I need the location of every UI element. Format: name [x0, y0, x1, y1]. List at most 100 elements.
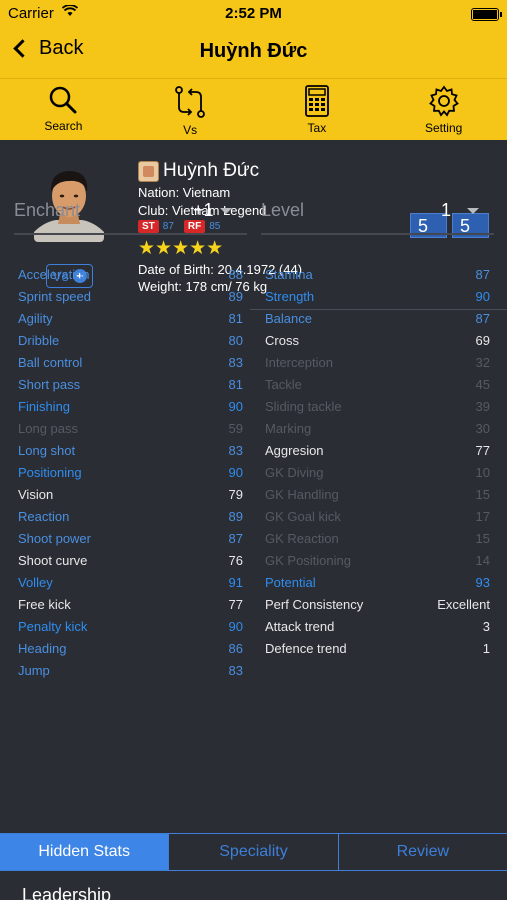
- stat-value: 32: [475, 355, 490, 370]
- tax-label: Tax: [307, 121, 327, 135]
- stat-row: Ball control 83: [18, 352, 243, 374]
- stat-row: Perf Consistency Excellent: [265, 594, 490, 616]
- stat-name: Free kick: [18, 597, 71, 612]
- stat-value: 30: [475, 421, 490, 436]
- status-bar: Carrier 2:52 PM: [0, 0, 507, 28]
- stats-left-column: Acceleration 88 Sprint speed 89 Agility 81 Dri…: [18, 264, 243, 682]
- vs-button[interactable]: Vs: [127, 79, 254, 140]
- tab-speciality[interactable]: Speciality: [169, 834, 339, 870]
- stat-value: 76: [228, 553, 243, 568]
- stat-row: Agility 81: [18, 308, 243, 330]
- player-name-text: Huỳnh Đức: [163, 160, 260, 181]
- tab-hidden-stats[interactable]: Hidden Stats: [0, 834, 170, 870]
- stat-row: Aggresion 77: [265, 440, 490, 462]
- stat-value: 90: [228, 399, 243, 414]
- stat-row: Cross 69: [265, 330, 490, 352]
- stat-row: Shoot power 87: [18, 528, 243, 550]
- stat-row: Short pass 81: [18, 374, 243, 396]
- stat-row: Shoot curve 76: [18, 550, 243, 572]
- stat-name: Aggresion: [265, 443, 324, 458]
- setting-button[interactable]: Setting: [380, 79, 507, 140]
- vs-label: Vs: [183, 123, 198, 137]
- level-selector[interactable]: Level 1: [261, 195, 494, 235]
- stat-row: Positioning 90: [18, 462, 243, 484]
- stat-value: Excellent: [437, 597, 490, 612]
- stat-row: Balance 87: [265, 308, 490, 330]
- stat-value: 39: [475, 399, 490, 414]
- calculator-icon: [304, 85, 329, 117]
- chevron-left-icon: [13, 39, 32, 58]
- stat-name: Stamina: [265, 267, 313, 282]
- stat-name: Sliding tackle: [265, 399, 342, 414]
- stat-name: GK Reaction: [265, 531, 339, 546]
- stat-name: Sprint speed: [18, 289, 91, 304]
- compare-icon: [175, 86, 206, 118]
- stat-row: Sliding tackle 39: [265, 396, 490, 418]
- stat-row: Acceleration 88: [18, 264, 243, 286]
- stat-row: Stamina 87: [265, 264, 490, 286]
- search-button[interactable]: Search: [0, 79, 127, 140]
- stat-value: 69: [475, 333, 490, 348]
- stat-value: 90: [228, 619, 243, 634]
- stat-row: Long shot 83: [18, 440, 243, 462]
- selector-underline: [14, 233, 247, 235]
- stat-value: 81: [228, 311, 243, 326]
- stat-name: Strength: [265, 289, 315, 304]
- dropdown-caret-icon: [467, 208, 479, 214]
- level-value: 1: [441, 200, 452, 220]
- stat-name: GK Diving: [265, 465, 324, 480]
- stat-name: Positioning: [18, 465, 82, 480]
- stat-value: 45: [475, 377, 490, 392]
- stat-name: Short pass: [18, 377, 81, 392]
- enchant-label: Enchant: [14, 200, 81, 220]
- stat-value: 90: [228, 465, 243, 480]
- stat-name: Jump: [18, 663, 50, 678]
- star-rating: ★★★★★: [138, 238, 224, 259]
- tab-review[interactable]: Review: [339, 834, 507, 870]
- stat-row: Penalty kick 90: [18, 616, 243, 638]
- stat-name: Heading: [18, 641, 67, 656]
- stat-value: 14: [475, 553, 490, 568]
- stat-value: 79: [228, 487, 243, 502]
- stat-value: 80: [228, 333, 243, 348]
- stat-name: Penalty kick: [18, 619, 88, 634]
- stat-value: 91: [228, 575, 243, 590]
- back-button[interactable]: Back: [10, 37, 83, 60]
- stat-value: 93: [475, 575, 490, 590]
- stat-row: Jump 83: [18, 660, 243, 682]
- stat-row: Long pass 59: [18, 418, 243, 440]
- stat-name: Finishing: [18, 399, 71, 414]
- tax-button[interactable]: Tax: [254, 79, 381, 140]
- stat-row: GK Diving 10: [265, 462, 490, 484]
- stats-right-column: Stamina 87 Strength 90 Balance 87 Cross 69 Inter…: [265, 264, 490, 660]
- stat-row: Free kick 77: [18, 594, 243, 616]
- stat-value: 3: [482, 619, 490, 634]
- stat-name: GK Positioning: [265, 553, 351, 568]
- setting-label: Setting: [424, 121, 463, 135]
- stat-value: 1: [482, 641, 490, 656]
- gear-icon: [428, 85, 459, 117]
- stat-value: 77: [475, 443, 490, 458]
- search-label: Search: [44, 119, 83, 133]
- club-logo-icon: [138, 160, 159, 182]
- stat-value: 87: [228, 531, 243, 546]
- stat-value: 89: [228, 509, 243, 524]
- stat-row: Interception 32: [265, 352, 490, 374]
- stat-value: 87: [475, 267, 490, 282]
- stat-row: GK Handling 15: [265, 484, 490, 506]
- stat-value: 86: [228, 641, 243, 656]
- stat-name: Defence trend: [265, 641, 347, 656]
- stat-value: 59: [228, 421, 243, 436]
- stat-name: GK Handling: [265, 487, 339, 502]
- stat-name: Cross: [265, 333, 299, 348]
- stat-row: Strength 90: [265, 286, 490, 308]
- enchant-selector[interactable]: Enchant +1: [14, 195, 247, 235]
- stat-row: Finishing 90: [18, 396, 243, 418]
- stat-name: Marking: [265, 421, 312, 436]
- stat-row: Defence trend 1: [265, 638, 490, 660]
- stat-row: Reaction 89: [18, 506, 243, 528]
- stat-name: Long pass: [18, 421, 78, 436]
- stat-row: Marking 30: [265, 418, 490, 440]
- stat-value: 81: [228, 377, 243, 392]
- search-icon: [50, 86, 77, 114]
